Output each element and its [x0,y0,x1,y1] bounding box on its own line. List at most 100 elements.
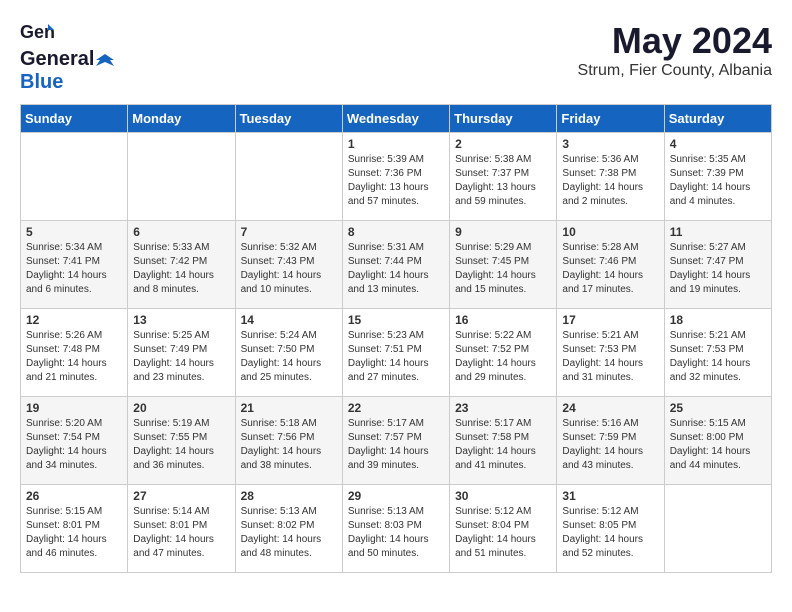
day-number: 10 [562,225,658,239]
header-tuesday: Tuesday [235,105,342,133]
day-content: Sunrise: 5:38 AMSunset: 7:37 PMDaylight:… [455,153,551,209]
day-number: 25 [670,401,766,415]
day-content: Sunrise: 5:31 AMSunset: 7:44 PMDaylight:… [348,241,444,297]
calendar-cell: 5 Sunrise: 5:34 AMSunset: 7:41 PMDaylight… [21,221,128,309]
calendar-cell: 16 Sunrise: 5:22 AMSunset: 7:52 PMDayligh… [450,309,557,397]
day-content: Sunrise: 5:12 AMSunset: 8:05 PMDaylight:… [562,505,658,561]
day-number: 28 [241,489,337,503]
day-number: 5 [26,225,122,239]
day-number: 9 [455,225,551,239]
day-content: Sunrise: 5:16 AMSunset: 7:59 PMDaylight:… [562,417,658,473]
day-content: Sunrise: 5:13 AMSunset: 8:03 PMDaylight:… [348,505,444,561]
day-number: 26 [26,489,122,503]
day-number: 7 [241,225,337,239]
calendar-cell [664,485,771,573]
day-content: Sunrise: 5:29 AMSunset: 7:45 PMDaylight:… [455,241,551,297]
calendar-cell [128,133,235,221]
day-number: 23 [455,401,551,415]
day-number: 16 [455,313,551,327]
calendar-cell: 13 Sunrise: 5:25 AMSunset: 7:49 PMDayligh… [128,309,235,397]
day-number: 30 [455,489,551,503]
header-monday: Monday [128,105,235,133]
header-thursday: Thursday [450,105,557,133]
title-block: May 2024 Strum, Fier County, Albania [578,20,772,80]
day-number: 18 [670,313,766,327]
calendar-cell: 24 Sunrise: 5:16 AMSunset: 7:59 PMDayligh… [557,397,664,485]
day-content: Sunrise: 5:25 AMSunset: 7:49 PMDaylight:… [133,329,229,385]
calendar-cell: 28Sunrise: 5:13 AMSunset: 8:02 PMDayligh… [235,485,342,573]
calendar-cell: 12 Sunrise: 5:26 AMSunset: 7:48 PMDayligh… [21,309,128,397]
calendar-week-row: 12 Sunrise: 5:26 AMSunset: 7:48 PMDayligh… [21,309,772,397]
day-content: Sunrise: 5:15 AMSunset: 8:01 PMDaylight:… [26,505,122,561]
day-number: 13 [133,313,229,327]
calendar-cell: 10 Sunrise: 5:28 AMSunset: 7:46 PMDayligh… [557,221,664,309]
day-content: Sunrise: 5:17 AMSunset: 7:58 PMDaylight:… [455,417,551,473]
calendar-cell: 9 Sunrise: 5:29 AMSunset: 7:45 PMDaylight… [450,221,557,309]
calendar-cell: 14Sunrise: 5:24 AMSunset: 7:50 PMDayligh… [235,309,342,397]
calendar-cell: 8 Sunrise: 5:31 AMSunset: 7:44 PMDaylight… [342,221,449,309]
month-year-title: May 2024 [578,20,772,62]
calendar-week-row: 1 Sunrise: 5:39 AMSunset: 7:36 PMDaylight… [21,133,772,221]
calendar-cell: 18Sunrise: 5:21 AMSunset: 7:53 PMDayligh… [664,309,771,397]
calendar-cell [235,133,342,221]
day-number: 19 [26,401,122,415]
calendar-cell: 31 Sunrise: 5:12 AMSunset: 8:05 PMDayligh… [557,485,664,573]
calendar-cell: 19Sunrise: 5:20 AMSunset: 7:54 PMDayligh… [21,397,128,485]
calendar-cell: 3 Sunrise: 5:36 AMSunset: 7:38 PMDaylight… [557,133,664,221]
calendar-cell: 2Sunrise: 5:38 AMSunset: 7:37 PMDaylight… [450,133,557,221]
day-number: 31 [562,489,658,503]
day-number: 1 [348,137,444,151]
day-content: Sunrise: 5:21 AMSunset: 7:53 PMDaylight:… [562,329,658,385]
day-content: Sunrise: 5:39 AMSunset: 7:36 PMDaylight:… [348,153,444,209]
calendar-week-row: 19Sunrise: 5:20 AMSunset: 7:54 PMDayligh… [21,397,772,485]
day-number: 4 [670,137,766,151]
day-content: Sunrise: 5:18 AMSunset: 7:56 PMDaylight:… [241,417,337,473]
day-content: Sunrise: 5:33 AMSunset: 7:42 PMDaylight:… [133,241,229,297]
day-number: 6 [133,225,229,239]
calendar-cell [21,133,128,221]
day-content: Sunrise: 5:19 AMSunset: 7:55 PMDaylight:… [133,417,229,473]
calendar-cell: 29 Sunrise: 5:13 AMSunset: 8:03 PMDayligh… [342,485,449,573]
calendar-cell: 23 Sunrise: 5:17 AMSunset: 7:58 PMDayligh… [450,397,557,485]
calendar-table: SundayMondayTuesdayWednesdayThursdayFrid… [20,104,772,573]
day-number: 29 [348,489,444,503]
logo-general: General [20,48,94,71]
page-header: General General Blue May 2024 Strum, Fie… [20,20,772,94]
calendar-cell: 30Sunrise: 5:12 AMSunset: 8:04 PMDayligh… [450,485,557,573]
day-content: Sunrise: 5:34 AMSunset: 7:41 PMDaylight:… [26,241,122,297]
day-number: 11 [670,225,766,239]
calendar-cell: 15Sunrise: 5:23 AMSunset: 7:51 PMDayligh… [342,309,449,397]
calendar-cell: 17 Sunrise: 5:21 AMSunset: 7:53 PMDayligh… [557,309,664,397]
day-number: 17 [562,313,658,327]
location-subtitle: Strum, Fier County, Albania [578,62,772,80]
day-content: Sunrise: 5:26 AMSunset: 7:48 PMDaylight:… [26,329,122,385]
calendar-header-row: SundayMondayTuesdayWednesdayThursdayFrid… [21,105,772,133]
calendar-cell: 11 Sunrise: 5:27 AMSunset: 7:47 PMDayligh… [664,221,771,309]
calendar-cell: 20 Sunrise: 5:19 AMSunset: 7:55 PMDayligh… [128,397,235,485]
day-content: Sunrise: 5:28 AMSunset: 7:46 PMDaylight:… [562,241,658,297]
day-number: 20 [133,401,229,415]
day-number: 8 [348,225,444,239]
day-content: Sunrise: 5:23 AMSunset: 7:51 PMDaylight:… [348,329,444,385]
calendar-cell: 21Sunrise: 5:18 AMSunset: 7:56 PMDayligh… [235,397,342,485]
day-content: Sunrise: 5:15 AMSunset: 8:00 PMDaylight:… [670,417,766,473]
day-number: 27 [133,489,229,503]
day-content: Sunrise: 5:35 AMSunset: 7:39 PMDaylight:… [670,153,766,209]
logo-blue: Blue [20,71,63,93]
day-content: Sunrise: 5:14 AMSunset: 8:01 PMDaylight:… [133,505,229,561]
day-content: Sunrise: 5:22 AMSunset: 7:52 PMDaylight:… [455,329,551,385]
calendar-cell: 27 Sunrise: 5:14 AMSunset: 8:01 PMDayligh… [128,485,235,573]
day-number: 12 [26,313,122,327]
calendar-cell: 7Sunrise: 5:32 AMSunset: 7:43 PMDaylight… [235,221,342,309]
calendar-week-row: 5 Sunrise: 5:34 AMSunset: 7:41 PMDaylight… [21,221,772,309]
header-friday: Friday [557,105,664,133]
day-content: Sunrise: 5:27 AMSunset: 7:47 PMDaylight:… [670,241,766,297]
header-wednesday: Wednesday [342,105,449,133]
calendar-cell: 4 Sunrise: 5:35 AMSunset: 7:39 PMDaylight… [664,133,771,221]
day-number: 24 [562,401,658,415]
day-number: 3 [562,137,658,151]
day-content: Sunrise: 5:36 AMSunset: 7:38 PMDaylight:… [562,153,658,209]
calendar-cell: 22Sunrise: 5:17 AMSunset: 7:57 PMDayligh… [342,397,449,485]
calendar-cell: 26 Sunrise: 5:15 AMSunset: 8:01 PMDayligh… [21,485,128,573]
header-sunday: Sunday [21,105,128,133]
